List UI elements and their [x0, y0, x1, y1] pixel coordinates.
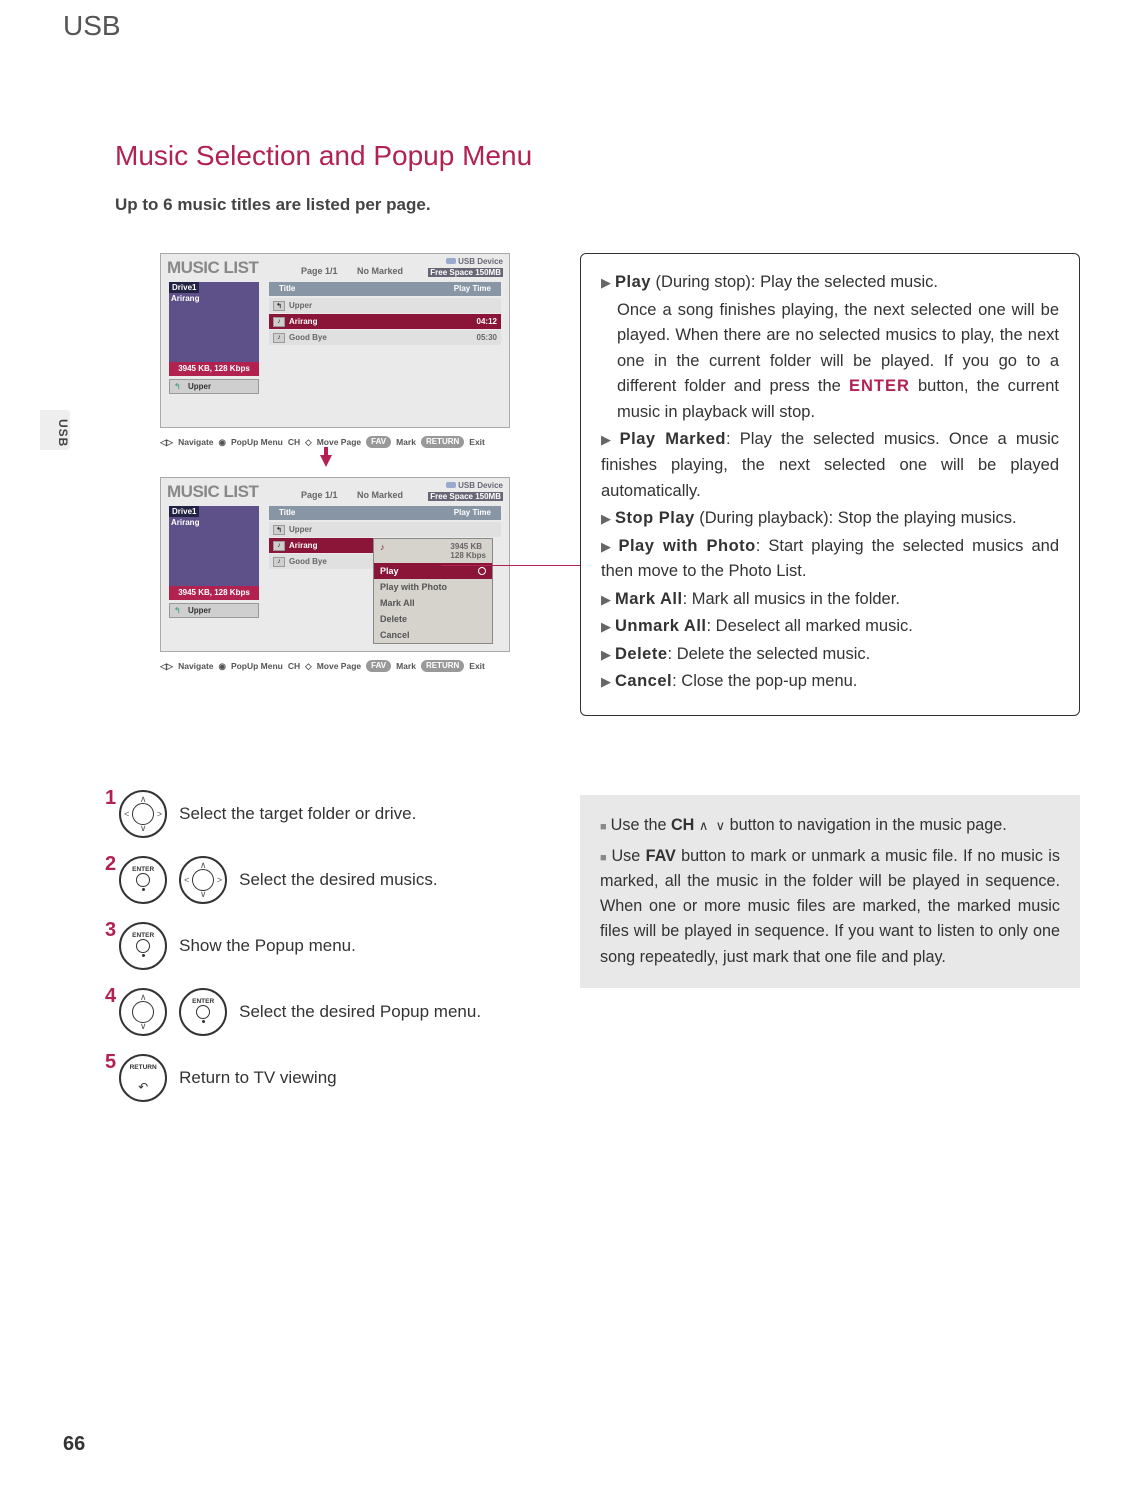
tip-2: ■Use FAV button to mark or unmark a musi…: [600, 844, 1060, 970]
ml-drive: Drive1: [169, 506, 199, 517]
enter-dot-icon: [478, 567, 486, 575]
ml-free: Free Space 150MB: [428, 268, 503, 277]
popup-play-with-photo: Play with Photo: [374, 579, 492, 595]
ml-pageinfo: Page 1/1: [301, 266, 338, 276]
popup-cancel: Cancel: [374, 627, 492, 643]
nav-up-down-icon: ∧∨: [119, 988, 167, 1036]
desc-unmark-all: ▶Unmark All: Deselect all marked music.: [601, 614, 1059, 640]
steps-list: 1 ∧∨<> Select the target folder or drive…: [105, 790, 555, 1120]
desc-play-with-photo: ▶Play with Photo: Start playing the sele…: [601, 534, 1059, 585]
ml-usb: USB Device: [446, 257, 503, 266]
enter-button-icon: ENTER: [119, 856, 167, 904]
desc-play-marked: ▶Play Marked: Play the selected musics. …: [601, 427, 1059, 504]
ml-row-2: ♪ Good Bye: [269, 554, 379, 569]
on-screen-navbar-1: ◁▷Navigate ◉PopUp Menu CH◇Move Page FAVM…: [160, 436, 510, 448]
desc-cancel: ▶Cancel: Close the pop-up menu.: [601, 669, 1059, 695]
ml-size: 3945 KB, 128 Kbps: [169, 362, 259, 376]
tips-box: ■Use the CH ∧ ∨ button to navigation in …: [580, 795, 1080, 988]
ml-title: MUSIC LIST: [167, 258, 258, 278]
music-list-screenshot-1: MUSIC LIST Page 1/1 No Marked USB Device…: [160, 253, 510, 428]
step-1-text: Select the target folder or drive.: [179, 804, 416, 824]
ml-col-header: TitlePlay Time: [269, 282, 501, 296]
music-icon: ♪: [273, 317, 285, 327]
enter-button-icon: ENTER: [119, 922, 167, 970]
ml-row-upper: ↰ Upper: [269, 298, 501, 313]
page-header: USB: [63, 10, 121, 42]
step-3: 3 ENTER Show the Popup menu.: [105, 922, 555, 970]
sidebar-tab: USB: [40, 410, 70, 450]
nav-wheel-icon: ∧∨<>: [179, 856, 227, 904]
ml-free: Free Space 150MB: [428, 492, 503, 501]
desc-delete: ▶Delete: Delete the selected music.: [601, 642, 1059, 668]
nav-wheel-icon: ∧∨<>: [119, 790, 167, 838]
step-3-text: Show the Popup menu.: [179, 936, 356, 956]
step-5-text: Return to TV viewing: [179, 1068, 336, 1088]
enter-button-icon: ENTER: [179, 988, 227, 1036]
return-button-icon: RETURN: [119, 1054, 167, 1102]
popup-delete: Delete: [374, 611, 492, 627]
desc-mark-all: ▶Mark All: Mark all musics in the folder…: [601, 587, 1059, 613]
tip-1: ■Use the CH ∧ ∨ button to navigation in …: [600, 813, 1060, 838]
step-4-text: Select the desired Popup menu.: [239, 1002, 481, 1022]
desc-stop-play: ▶Stop Play (During playback): Stop the p…: [601, 506, 1059, 532]
ml-nomarked: No Marked: [357, 266, 403, 276]
ml-thumb-name: Arirang: [169, 518, 199, 527]
ml-upper-btn: Upper: [169, 603, 259, 618]
ml-row-2: ♪ Good Bye 05:30: [269, 330, 501, 345]
ml-nomarked: No Marked: [357, 490, 403, 500]
page-number: 66: [63, 1433, 85, 1456]
popup-menu: ♪ 3945 KB128 Kbps Play Play with Photo M…: [373, 538, 493, 644]
ml-thumb-name: Arirang: [169, 294, 199, 303]
description-box: ▶Play (During stop): Play the selected m…: [580, 253, 1080, 716]
subtitle: Up to 6 music titles are listed per page…: [115, 195, 431, 215]
ml-upper-btn: Upper: [169, 379, 259, 394]
section-title: Music Selection and Popup Menu: [115, 140, 532, 172]
step-1: 1 ∧∨<> Select the target folder or drive…: [105, 790, 555, 838]
on-screen-navbar-2: ◁▷Navigate ◉PopUp Menu CH◇Move Page FAVM…: [160, 660, 510, 672]
ml-col-header: TitlePlay Time: [269, 506, 501, 520]
transition-arrow-icon: [320, 455, 332, 467]
step-4: 4 ∧∨ ENTER Select the desired Popup menu…: [105, 988, 555, 1036]
ml-row-1: ♪ Arirang: [269, 538, 379, 553]
ml-row-1: ♪ Arirang 04:12: [269, 314, 501, 329]
ml-usb: USB Device: [446, 481, 503, 490]
popup-fileinfo: ♪ 3945 KB128 Kbps: [374, 539, 492, 563]
desc-play-cont: Once a song finishes playing, the next s…: [601, 298, 1059, 426]
step-2-text: Select the desired musics.: [239, 870, 437, 890]
ml-drive: Drive1: [169, 282, 199, 293]
music-icon: ♪: [273, 333, 285, 343]
folder-up-icon: ↰: [273, 301, 285, 311]
callout-line: [441, 565, 581, 566]
music-icon: ♪: [273, 541, 285, 551]
ml-pageinfo: Page 1/1: [301, 490, 338, 500]
ml-title: MUSIC LIST: [167, 482, 258, 502]
ml-size: 3945 KB, 128 Kbps: [169, 586, 259, 600]
popup-mark-all: Mark All: [374, 595, 492, 611]
step-5: 5 RETURN Return to TV viewing: [105, 1054, 555, 1102]
step-2: 2 ENTER ∧∨<> Select the desired musics.: [105, 856, 555, 904]
folder-up-icon: ↰: [273, 525, 285, 535]
desc-play: ▶Play (During stop): Play the selected m…: [601, 270, 1059, 296]
ml-row-upper: ↰ Upper: [269, 522, 501, 537]
music-icon: ♪: [273, 557, 285, 567]
